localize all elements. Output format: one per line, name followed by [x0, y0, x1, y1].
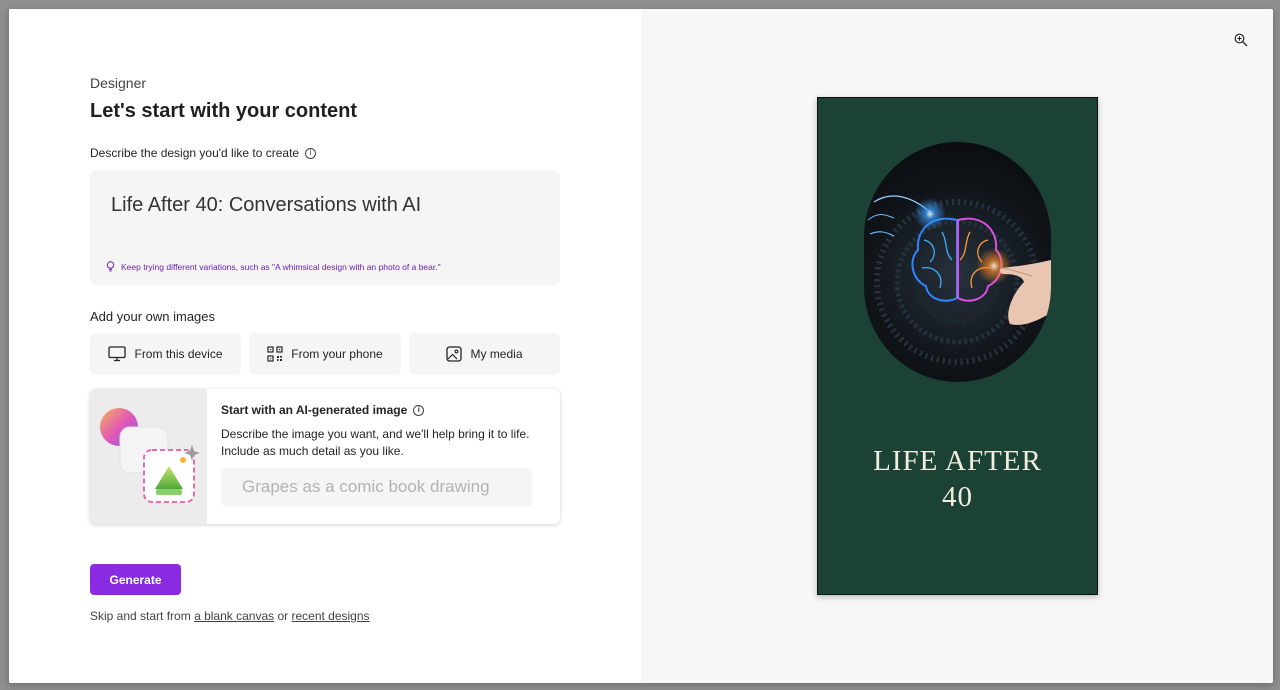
from-device-label: From this device	[134, 347, 223, 361]
ai-illustration	[90, 389, 207, 524]
blank-canvas-link[interactable]: a blank canvas	[194, 609, 274, 623]
my-media-label: My media	[470, 347, 523, 361]
describe-label: Describe the design you'd like to create…	[90, 146, 317, 160]
page-title: Let's start with your content	[90, 100, 358, 122]
describe-label-text: Describe the design you'd like to create	[90, 146, 300, 160]
info-icon[interactable]: i	[305, 147, 317, 159]
zoom-in-icon[interactable]	[1234, 33, 1248, 47]
skip-or: or	[277, 609, 289, 623]
ai-art-graphic	[100, 408, 200, 503]
brain-ai-image	[864, 142, 1051, 382]
qr-code-icon	[267, 346, 283, 362]
my-media-button[interactable]: My media	[409, 333, 560, 375]
poster-title: LIFE AFTER 40	[818, 443, 1097, 515]
from-phone-label: From your phone	[291, 347, 383, 361]
brain-illustration	[867, 195, 1051, 365]
recent-designs-link[interactable]: recent designs	[291, 609, 369, 623]
image-icon	[446, 346, 463, 362]
generate-button[interactable]: Generate	[90, 564, 181, 595]
from-phone-button[interactable]: From your phone	[249, 333, 401, 375]
ai-image-card: Start with an AI-generated image i Descr…	[90, 389, 560, 524]
preview-panel: LIFE AFTER 40	[641, 9, 1273, 683]
poster-title-line1: LIFE AFTER	[873, 445, 1042, 477]
poster-title-line2: 40	[942, 481, 973, 513]
app-name: Designer	[90, 75, 147, 91]
monitor-icon	[108, 346, 127, 362]
prompt-hint: Keep trying different variations, such a…	[106, 261, 441, 272]
info-icon[interactable]: i	[413, 404, 425, 416]
from-device-button[interactable]: From this device	[90, 333, 241, 375]
ai-image-prompt-input[interactable]	[221, 468, 532, 506]
prompt-hint-text: Keep trying different variations, such a…	[121, 261, 441, 272]
lightbulb-icon	[106, 261, 115, 272]
skip-line: Skip and start from a blank canvas or re…	[90, 609, 370, 623]
design-prompt-field[interactable]: Life After 40: Conversations with AI Kee…	[90, 170, 560, 285]
content-panel: Designer Let's start with your content D…	[9, 9, 641, 683]
skip-prefix: Skip and start from	[90, 609, 191, 623]
images-label: Add your own images	[90, 309, 216, 324]
design-preview[interactable]: LIFE AFTER 40	[817, 97, 1098, 595]
designer-dialog: Designer Let's start with your content D…	[9, 9, 1273, 683]
ai-card-description: Describe the image you want, and we'll h…	[221, 427, 530, 458]
design-prompt-value[interactable]: Life After 40: Conversations with AI	[111, 194, 421, 217]
ai-card-title: Start with an AI-generated image i	[221, 403, 425, 417]
ai-card-title-text: Start with an AI-generated image	[221, 403, 408, 417]
